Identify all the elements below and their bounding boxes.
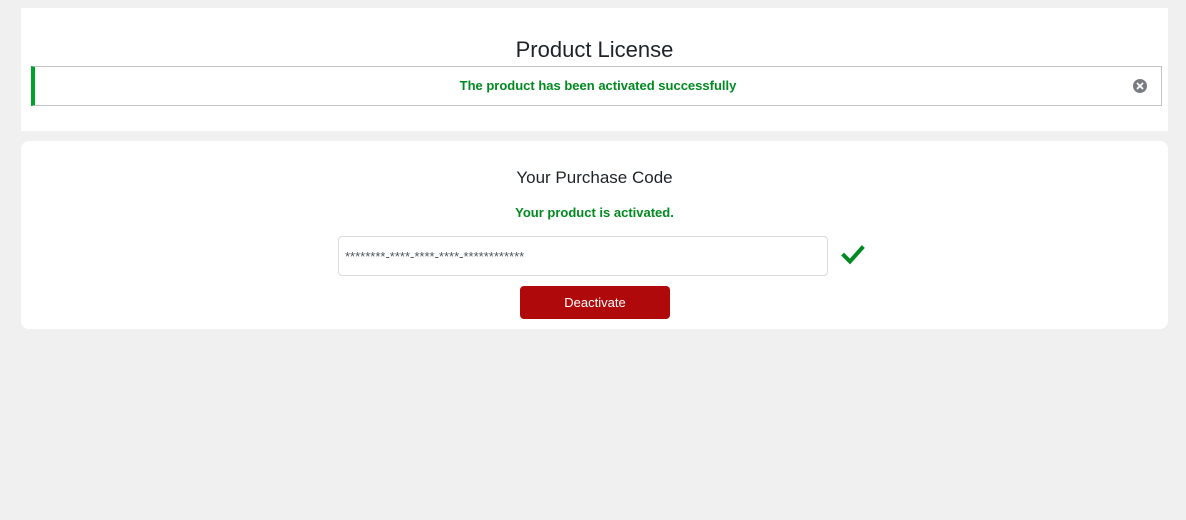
purchase-code-title: Your Purchase Code — [516, 168, 673, 187]
deactivate-button[interactable]: Deactivate — [520, 286, 670, 319]
purchase-code-input[interactable] — [338, 236, 828, 276]
notice-message: The product has been activated successfu… — [459, 78, 737, 93]
activation-status: Your product is activated. — [515, 205, 674, 220]
purchase-code-card: Your Purchase Code Your product is activ… — [21, 141, 1168, 329]
close-circle-icon[interactable] — [1133, 79, 1147, 93]
checkmark-icon — [841, 243, 865, 267]
page-title: Product License — [515, 37, 674, 62]
success-notice: The product has been activated successfu… — [31, 66, 1162, 106]
license-header-panel: Product License The product has been act… — [21, 8, 1168, 131]
